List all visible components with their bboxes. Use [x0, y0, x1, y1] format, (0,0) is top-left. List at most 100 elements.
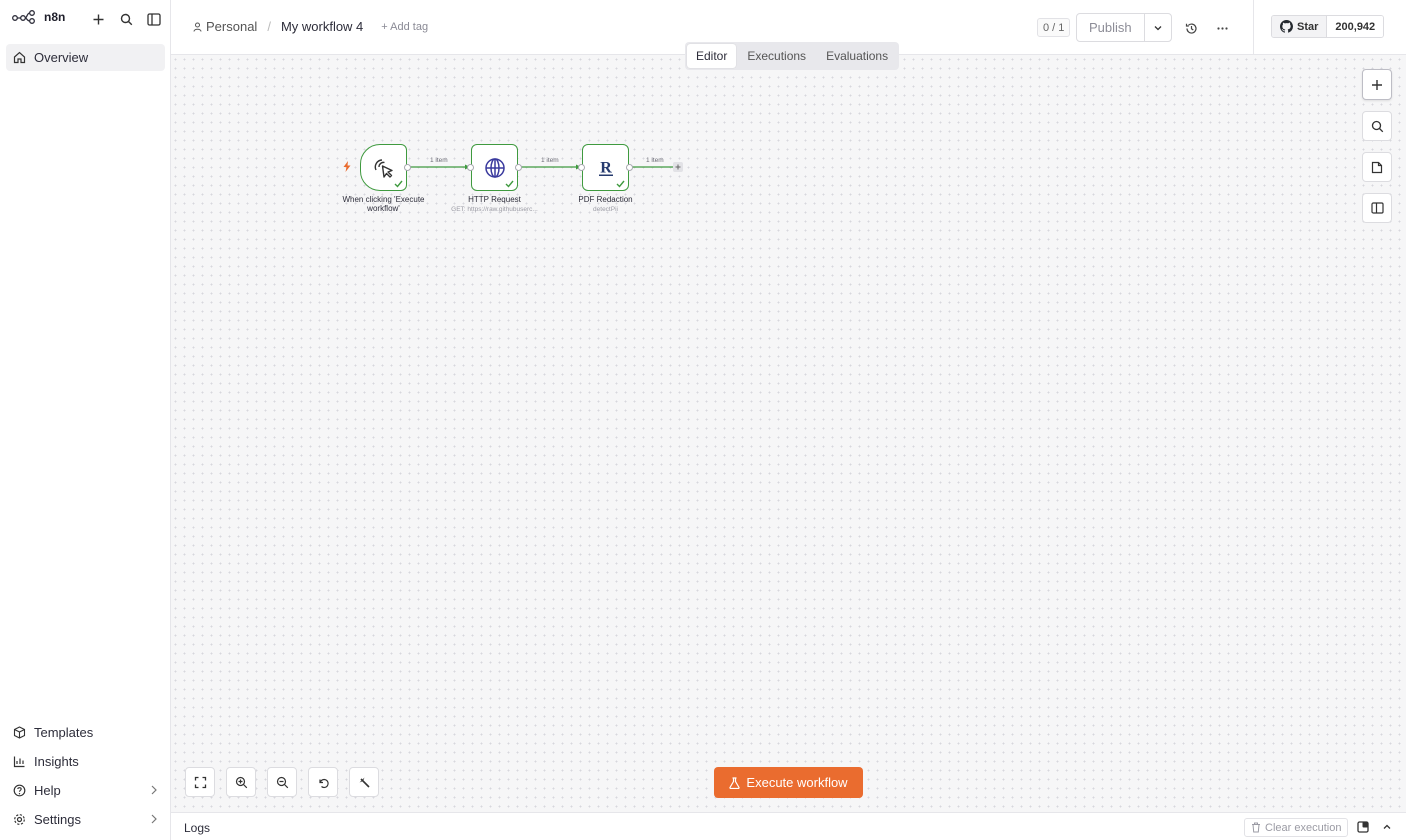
node-label: When clicking 'Execute workflow' [342, 195, 425, 213]
logs-bar[interactable]: Logs Clear execution [171, 812, 1406, 840]
clear-execution-label: Clear execution [1265, 821, 1342, 834]
flask-icon [729, 776, 741, 789]
plus-icon [1372, 79, 1382, 90]
expand-logs-button[interactable] [1380, 820, 1394, 834]
chevron-down-icon [1154, 25, 1162, 30]
fit-view-icon [194, 776, 206, 788]
github-star-label: Star [1297, 20, 1319, 33]
sidebar-toggle-icon [147, 12, 161, 26]
project-name: Personal [206, 19, 258, 34]
gear-icon [14, 814, 25, 825]
cursor-click-icon [374, 158, 393, 178]
brand-name: n8n [44, 10, 66, 24]
edge-label: 1 item [430, 157, 448, 164]
undo-icon [318, 778, 329, 788]
panel-right-icon [1370, 202, 1384, 214]
output-handle[interactable] [515, 164, 522, 171]
brand[interactable]: n8n [12, 10, 65, 24]
node-subtitle: detectPii [593, 206, 618, 213]
breadcrumb-project[interactable]: Personal [193, 19, 257, 34]
node-subtitle: GET: https://raw.githubuserc... [451, 206, 538, 213]
canvas-zoom-tools [185, 767, 379, 797]
node-http-request[interactable] [471, 144, 518, 191]
tidy-up-button[interactable] [349, 767, 379, 797]
create-button[interactable] [88, 9, 108, 29]
execute-workflow-button[interactable]: Execute workflow [714, 767, 863, 798]
tab-editor[interactable]: Editor [687, 44, 737, 68]
sidebar-item-settings[interactable]: Settings [6, 806, 165, 833]
n8n-logo-icon [12, 10, 35, 24]
sidebar-item-label: Help [34, 783, 61, 798]
output-handle[interactable] [626, 164, 633, 171]
breadcrumb: Personal / My workflow 4 + Add tag [193, 19, 428, 34]
tab-executions[interactable]: Executions [738, 44, 815, 68]
add-tag-button[interactable]: + Add tag [381, 21, 428, 33]
add-sticky-note-button[interactable] [1362, 152, 1392, 182]
sticky-note-icon [1371, 161, 1383, 173]
sidebar-item-label: Templates [34, 725, 94, 740]
help-circle-icon [13, 784, 26, 797]
header-divider [1253, 0, 1254, 55]
input-handle[interactable] [467, 164, 474, 171]
node-label: HTTP Request [468, 195, 521, 204]
svg-text:R: R [600, 159, 612, 176]
plus-icon [93, 14, 103, 24]
redaction-logo-icon: R [598, 159, 613, 176]
chevron-up-icon [1383, 824, 1391, 829]
more-options-button[interactable] [1212, 18, 1232, 38]
magic-wand-icon [359, 777, 370, 788]
publish-button[interactable]: Publish [1077, 14, 1145, 41]
sidebar-item-overview[interactable]: Overview [6, 44, 165, 71]
edge-label: 1 item [541, 157, 559, 164]
input-handle[interactable] [578, 164, 585, 171]
publish-dropdown-button[interactable] [1145, 14, 1171, 41]
search-nodes-button[interactable] [1362, 111, 1392, 141]
github-star-button[interactable]: Star [1272, 16, 1328, 37]
toggle-panel-button[interactable] [1362, 193, 1392, 223]
node-label: PDF Redaction [578, 195, 633, 204]
trigger-bolt-icon [343, 161, 351, 172]
add-next-node-button[interactable] [673, 162, 683, 172]
github-star-count: 200,942 [1327, 16, 1384, 37]
search-button[interactable] [116, 9, 136, 29]
fit-view-button[interactable] [185, 767, 215, 797]
output-handle[interactable] [404, 164, 411, 171]
home-icon [13, 51, 26, 64]
chevron-right-icon [151, 814, 157, 824]
undo-button[interactable] [308, 767, 338, 797]
zoom-out-icon [276, 776, 288, 788]
sidebar-item-templates[interactable]: Templates [6, 719, 165, 746]
sidebar-item-insights[interactable]: Insights [6, 748, 165, 775]
zoom-out-button[interactable] [267, 767, 297, 797]
check-icon [394, 180, 403, 188]
search-icon [120, 13, 132, 25]
sidebar-item-label: Overview [34, 50, 89, 65]
history-icon [1185, 22, 1197, 34]
collapse-sidebar-button[interactable] [144, 9, 164, 29]
node-pdf-redaction[interactable]: R [582, 144, 629, 191]
pop-out-icon [1357, 821, 1369, 833]
check-icon [505, 180, 514, 188]
logs-title: Logs [184, 821, 211, 835]
workflow-title[interactable]: My workflow 4 [281, 19, 363, 34]
clear-execution-button[interactable]: Clear execution [1244, 818, 1349, 837]
tab-evaluations[interactable]: Evaluations [817, 44, 897, 68]
sidebar-item-help[interactable]: Help [6, 777, 165, 804]
sidebar-item-label: Insights [34, 754, 79, 769]
user-icon [193, 22, 202, 32]
node-manual-trigger[interactable] [360, 144, 407, 191]
canvas-right-tools [1362, 69, 1392, 223]
github-star-widget[interactable]: Star 200,942 [1271, 15, 1385, 38]
view-tabs: Editor Executions Evaluations [685, 42, 900, 70]
search-icon [1371, 120, 1383, 132]
zoom-in-icon [235, 776, 247, 788]
plus-icon [675, 164, 681, 170]
breadcrumb-separator: / [267, 19, 271, 34]
history-button[interactable] [1181, 18, 1201, 38]
sidebar-actions [88, 9, 164, 29]
version-counter: 0 / 1 [1037, 18, 1071, 37]
add-node-button[interactable] [1362, 69, 1392, 100]
workflow-canvas[interactable]: 1 item 1 item 1 item When clicking 'Exec… [171, 55, 1406, 812]
pop-out-logs-button[interactable] [1356, 820, 1370, 834]
zoom-in-button[interactable] [226, 767, 256, 797]
